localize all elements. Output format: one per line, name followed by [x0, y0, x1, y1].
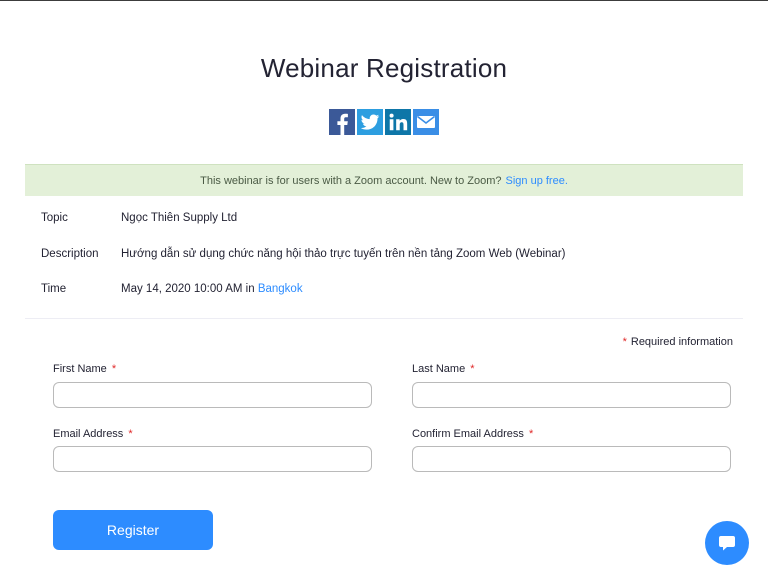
- last-name-input[interactable]: [412, 382, 731, 408]
- account-notice-banner: This webinar is for users with a Zoom ac…: [25, 164, 743, 196]
- page-title: Webinar Registration: [260, 53, 508, 83]
- description-value: Hướng dẫn sử dụng chức năng hội thảo trự…: [121, 248, 566, 260]
- required-star: *: [470, 363, 475, 375]
- time-value: May 14, 2020 10:00 AM in Bangkok: [121, 283, 303, 295]
- topic-value: Ngọc Thiên Supply Ltd: [121, 212, 238, 224]
- register-button[interactable]: Register: [53, 510, 213, 550]
- share-bar: [329, 109, 439, 135]
- sign-up-link[interactable]: Sign up free.: [506, 175, 568, 187]
- section-divider: [25, 318, 743, 319]
- email-label-text: Email Address: [53, 428, 124, 440]
- time-label: Time: [41, 283, 67, 295]
- twitter-share-button[interactable]: [357, 109, 383, 135]
- description-label: Description: [41, 248, 99, 260]
- email-input[interactable]: [53, 446, 372, 472]
- last-name-label-text: Last Name: [412, 363, 466, 375]
- time-text: May 14, 2020 10:00 AM in: [121, 283, 255, 295]
- chat-bubble-icon: [719, 536, 735, 551]
- required-star: *: [111, 363, 117, 375]
- top-border: [0, 0, 768, 1]
- confirm-email-input[interactable]: [412, 446, 731, 472]
- required-star: *: [128, 428, 133, 440]
- email-share-button[interactable]: [413, 109, 439, 135]
- linkedin-icon: [389, 113, 408, 131]
- topic-row: Topic Ngọc Thiên Supply Ltd: [41, 212, 237, 224]
- required-star: *: [528, 428, 534, 440]
- facebook-icon: [337, 113, 348, 135]
- description-row: Description Hướng dẫn sử dụng chức năng …: [41, 248, 566, 260]
- mail-icon: [417, 115, 435, 128]
- notice-text: This webinar is for users with a Zoom ac…: [200, 174, 502, 187]
- first-name-label: First Name *: [53, 363, 116, 375]
- chat-button[interactable]: [705, 521, 749, 565]
- confirm-email-label-text: Confirm Email Address: [412, 428, 524, 440]
- first-name-input[interactable]: [53, 382, 372, 408]
- linkedin-share-button[interactable]: [385, 109, 411, 135]
- last-name-label: Last Name *: [412, 363, 475, 375]
- required-star: *: [622, 336, 627, 348]
- topic-label: Topic: [41, 212, 68, 224]
- email-label: Email Address *: [53, 428, 133, 440]
- first-name-label-text: First Name: [53, 363, 107, 375]
- required-note-text: Required information: [630, 336, 733, 348]
- time-zone-link[interactable]: Bangkok: [258, 283, 303, 295]
- facebook-share-button[interactable]: [329, 109, 355, 135]
- confirm-email-label: Confirm Email Address *: [412, 428, 533, 440]
- twitter-icon: [360, 114, 380, 130]
- required-info-note: * Required information: [623, 336, 733, 348]
- time-row: Time May 14, 2020 10:00 AM in Bangkok: [41, 283, 303, 295]
